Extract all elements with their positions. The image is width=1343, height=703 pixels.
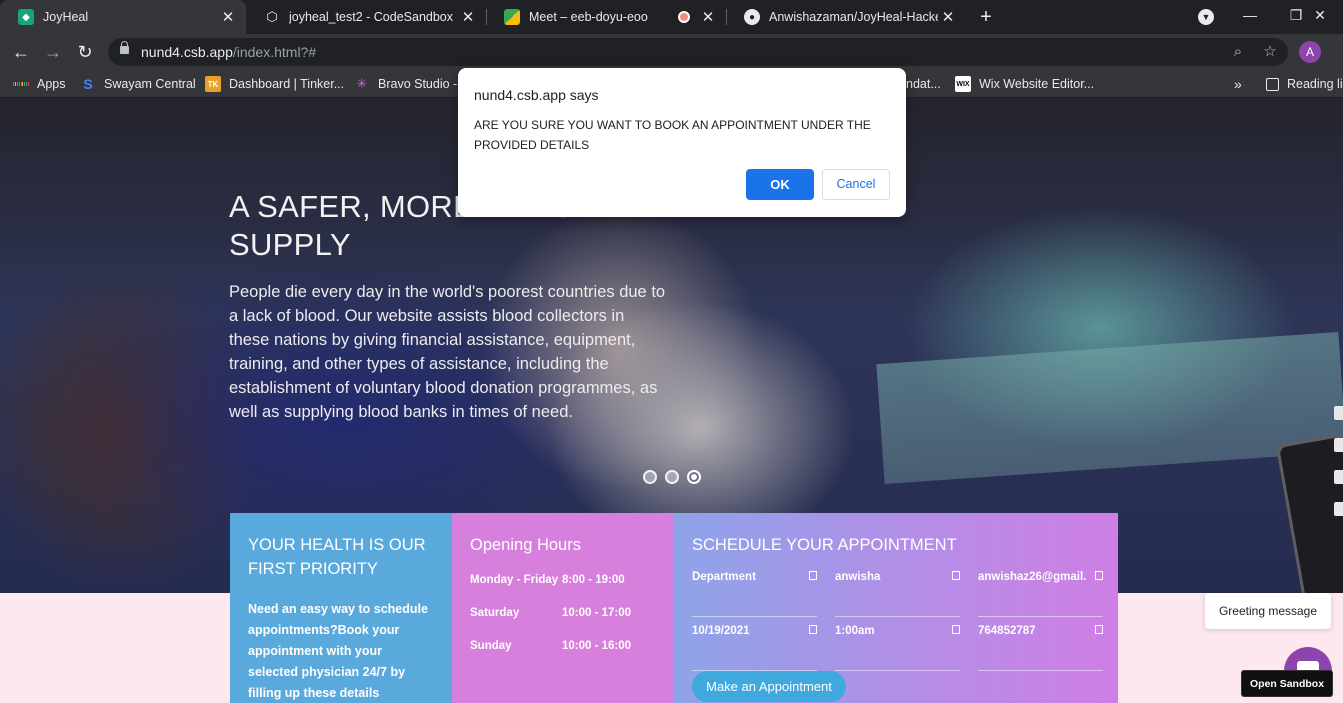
side-toolbar[interactable] [1334, 406, 1343, 546]
carousel-dot-1[interactable] [643, 470, 657, 484]
meet-favicon-icon [504, 9, 520, 25]
bookmark-tinkercad[interactable]: TK Dashboard | Tinker... [205, 76, 344, 92]
hours-row: Monday - Friday 8:00 - 19:00 [470, 573, 625, 586]
github-favicon-icon: ● [744, 9, 760, 25]
department-select[interactable]: Department [692, 563, 817, 617]
reload-icon[interactable]: ↻ [73, 40, 97, 64]
panel-title: Opening Hours [470, 536, 581, 554]
panel-title: SCHEDULE YOUR APPOINTMENT [692, 536, 957, 554]
field-icon [809, 571, 817, 580]
cancel-button[interactable]: Cancel [822, 169, 890, 200]
reading-list-button[interactable]: Reading lis [1266, 76, 1343, 92]
bookmark-wix[interactable]: WIX Wix Website Editor... [955, 76, 1094, 92]
carousel-dot-3[interactable] [687, 470, 701, 484]
date-field[interactable]: 10/19/2021 [692, 617, 817, 671]
carousel-indicators [643, 470, 701, 484]
close-icon[interactable]: ✕ [938, 8, 958, 26]
panel-title: YOUR HEALTH IS OUR FIRST PRIORITY [248, 536, 426, 578]
name-field[interactable]: anwisha [835, 563, 960, 617]
hours-row: Sunday 10:00 - 16:00 [470, 639, 632, 652]
make-appointment-button[interactable]: Make an Appointment [692, 671, 846, 702]
minimize-icon[interactable]: — [1227, 0, 1273, 34]
field-icon [1095, 571, 1103, 580]
bookmark-partial[interactable]: ndat... [906, 76, 941, 92]
confirm-dialog: nund4.csb.app says ARE YOU SURE YOU WANT… [458, 68, 906, 217]
bookmark-swayam[interactable]: S Swayam Central [80, 76, 195, 92]
new-tab-button[interactable]: + [975, 4, 997, 30]
panel-body: Need an easy way to schedule appointment… [248, 602, 428, 700]
time-field[interactable]: 1:00am [835, 617, 960, 671]
tab-strip: ◆ JoyHeal ✕ ⬡ joyheal_test2 - CodeSandbo… [0, 0, 1343, 34]
tab-search-icon[interactable]: ▼ [1198, 9, 1214, 25]
field-icon [952, 625, 960, 634]
field-icon [952, 571, 960, 580]
phone-field[interactable]: 764852787 [978, 617, 1103, 671]
close-icon[interactable]: ✕ [698, 8, 718, 26]
dialog-message: ARE YOU SURE YOU WANT TO BOOK AN APPOINT… [474, 118, 871, 152]
bookmark-apps[interactable]: Apps [13, 76, 66, 92]
zoom-icon[interactable]: ⌕ [1228, 42, 1248, 62]
window-close-icon[interactable]: ✕ [1297, 0, 1343, 34]
back-arrow-icon[interactable]: ← [9, 40, 33, 64]
reading-list-icon [1266, 77, 1279, 91]
greeting-message-bubble[interactable]: Greeting message [1205, 593, 1331, 629]
ok-button[interactable]: OK [746, 169, 814, 200]
email-field[interactable]: anwishaz26@gmail. [978, 563, 1103, 617]
forward-arrow-icon[interactable]: → [41, 40, 65, 64]
bookmark-star-icon[interactable]: ☆ [1260, 42, 1280, 62]
close-icon[interactable]: ✕ [218, 8, 238, 26]
dialog-title: nund4.csb.app says [474, 87, 599, 103]
bookmark-bravo-studio[interactable]: ✳ Bravo Studio - ... [354, 76, 472, 92]
field-icon [809, 625, 817, 634]
tab-title: Meet – eeb-doyu-eoo [529, 10, 648, 24]
tab-codesandbox[interactable]: ⬡ joyheal_test2 - CodeSandbox ✕ [246, 0, 486, 34]
opening-hours-panel: Opening Hours Monday - Friday 8:00 - 19:… [452, 513, 674, 703]
tab-meet[interactable]: Meet – eeb-doyu-eoo ✕ [486, 0, 726, 34]
wix-icon: WIX [955, 76, 971, 92]
lock-icon [120, 41, 129, 54]
field-icon [1095, 625, 1103, 634]
url-text: nund4.csb.app/index.html?# [141, 44, 317, 60]
tab-title: Anwishazaman/JoyHeal-HackeRa [769, 10, 938, 24]
hours-row: Saturday 10:00 - 17:00 [470, 606, 632, 619]
tab-joyheal[interactable]: ◆ JoyHeal ✕ [0, 0, 246, 34]
address-bar[interactable]: nund4.csb.app/index.html?# ⌕ ☆ [108, 38, 1288, 66]
profile-avatar[interactable]: A [1299, 41, 1321, 63]
tab-github[interactable]: ● Anwishazaman/JoyHeal-HackeRa ✕ [726, 0, 966, 34]
open-sandbox-button[interactable]: Open Sandbox [1241, 670, 1333, 697]
close-icon[interactable]: ✕ [458, 8, 478, 26]
appointment-form: Department anwisha anwishaz26@gmail. 10/… [692, 563, 1103, 671]
joyheal-favicon-icon: ◆ [18, 9, 34, 25]
bravo-studio-icon: ✳ [356, 76, 368, 91]
tab-title: JoyHeal [43, 10, 89, 24]
carousel-dot-2[interactable] [665, 470, 679, 484]
browser-toolbar: ← → ↻ nund4.csb.app/index.html?# ⌕ ☆ A [0, 34, 1343, 70]
hero-description: People die every day in the world's poor… [229, 283, 666, 421]
apps-grid-icon [13, 76, 30, 92]
swayam-icon: S [83, 76, 93, 92]
codesandbox-favicon-icon: ⬡ [266, 9, 278, 24]
tinkercad-icon: TK [205, 76, 221, 92]
health-priority-panel: YOUR HEALTH IS OUR FIRST PRIORITY Need a… [230, 513, 452, 703]
recording-indicator-icon [678, 11, 690, 23]
tab-title: joyheal_test2 - CodeSandbox [289, 10, 454, 24]
more-bookmarks-button[interactable]: » [1234, 76, 1242, 92]
